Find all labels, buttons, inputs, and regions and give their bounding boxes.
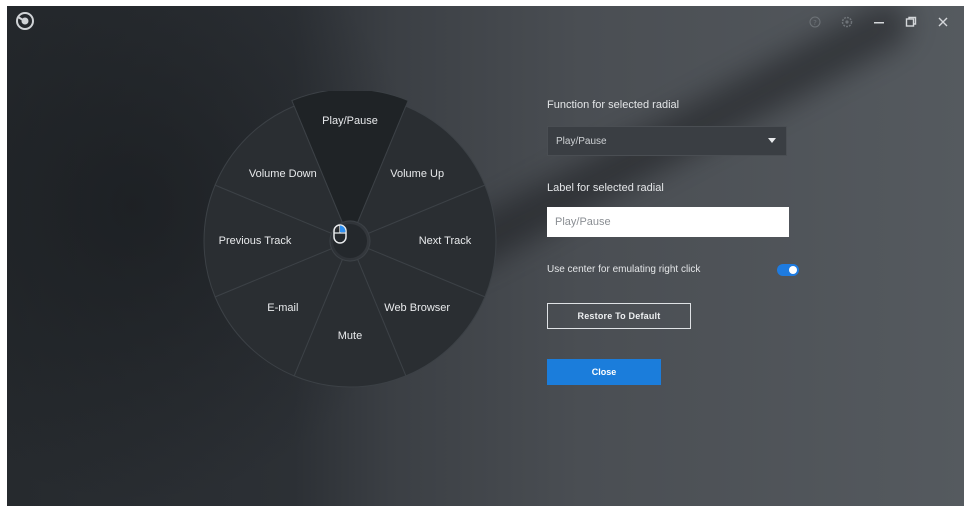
radial-label-web-browser[interactable]: Web Browser [384, 302, 450, 314]
app-window: ? Play/Pause Volume Up Next Track Web Brows… [7, 6, 964, 506]
center-toggle-label: Use center for emulating right click [547, 264, 701, 275]
radial-label-previous-track[interactable]: Previous Track [219, 235, 292, 247]
caret-down-icon [768, 138, 776, 143]
center-right-click-toggle[interactable] [777, 264, 799, 276]
settings-panel: Function for selected radial Play/Pause … [547, 6, 964, 506]
toggle-knob [789, 266, 797, 274]
radial-label-volume-down[interactable]: Volume Down [249, 168, 317, 180]
restore-default-button[interactable]: Restore To Default [547, 303, 691, 329]
app-logo-icon [15, 11, 35, 31]
radial-label-next-track[interactable]: Next Track [419, 235, 472, 247]
radial-center-hub[interactable] [333, 224, 367, 258]
close-button[interactable]: Close [547, 359, 661, 385]
radial-label-input[interactable] [547, 207, 789, 237]
function-select-value: Play/Pause [556, 135, 607, 147]
radial-label-play-pause[interactable]: Play/Pause [322, 115, 378, 127]
radial-label-mute[interactable]: Mute [338, 330, 362, 342]
radial-label-e-mail[interactable]: E-mail [267, 302, 298, 314]
radial-menu: Play/Pause Volume Up Next Track Web Browser… [200, 91, 500, 391]
function-label: Function for selected radial [547, 99, 680, 111]
function-select[interactable]: Play/Pause [547, 126, 787, 156]
radial-label-label: Label for selected radial [547, 182, 664, 194]
radial-label-volume-up[interactable]: Volume Up [390, 168, 444, 180]
